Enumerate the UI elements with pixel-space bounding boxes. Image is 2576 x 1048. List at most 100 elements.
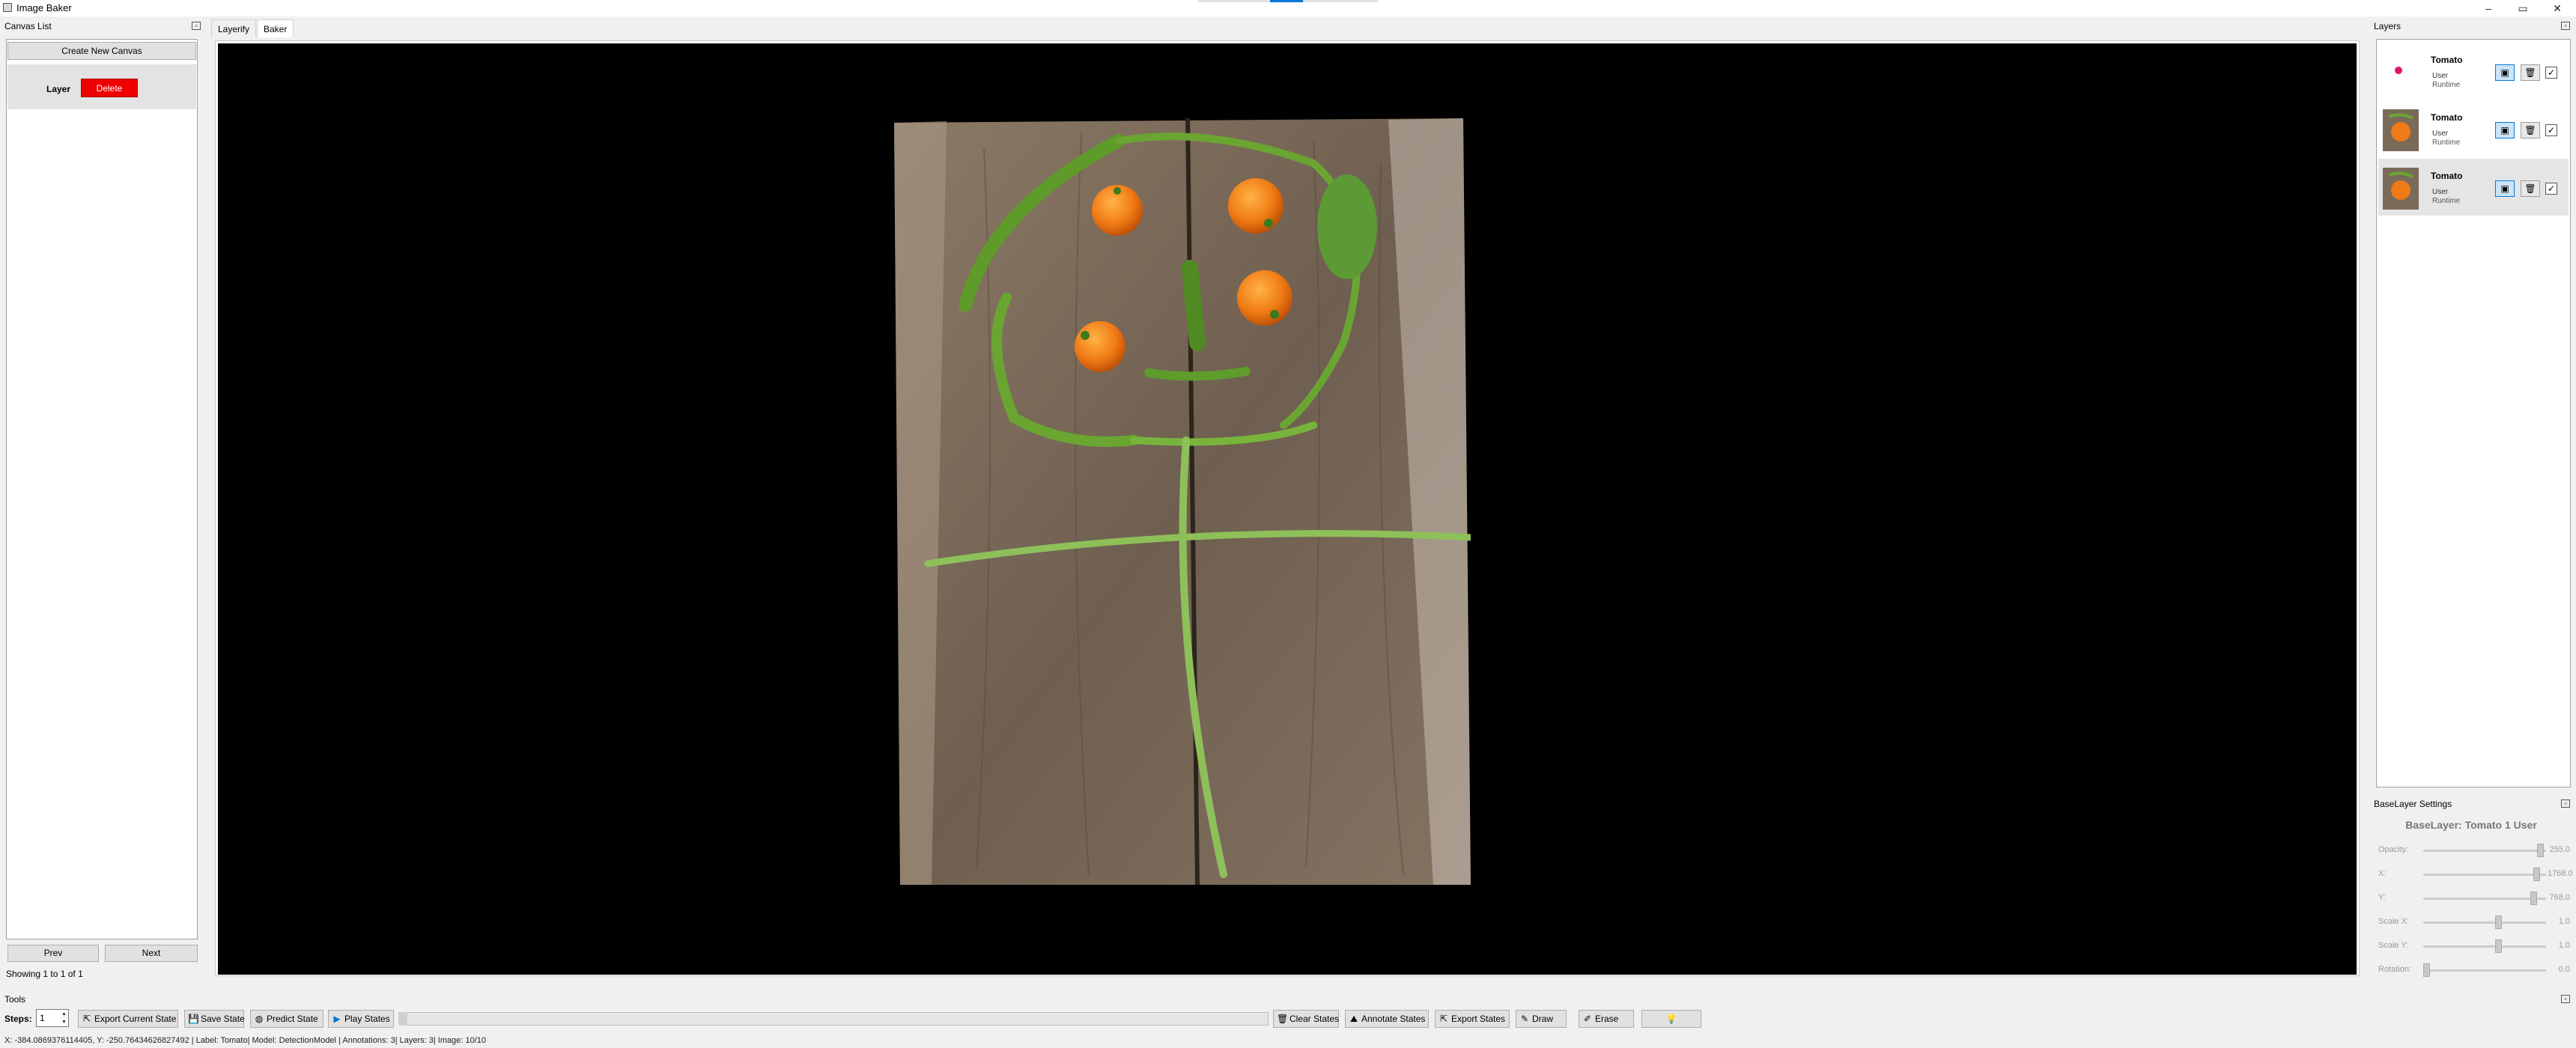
layer-thumbnail [2383, 168, 2419, 210]
close-button[interactable]: ✕ [2540, 0, 2575, 16]
layers-header: Layers [2369, 18, 2576, 34]
tools-title: Tools [4, 994, 26, 1005]
annotate-icon: ⛰ [1349, 1014, 1358, 1024]
slider-handle[interactable] [2530, 892, 2537, 905]
states-progress-fill [398, 1012, 407, 1026]
draw-label: Draw [1532, 1014, 1554, 1024]
layer-visibility-icon[interactable]: ▣ [2495, 122, 2515, 138]
layer-runtime: Runtime [2432, 138, 2461, 147]
slider-handle[interactable] [2495, 916, 2502, 929]
base-layer-settings-header: BaseLayer Settings [2369, 796, 2576, 812]
slider-label: Rotation: [2378, 965, 2412, 974]
slider-track[interactable] [2423, 969, 2546, 972]
delete-canvas-button[interactable]: Delete [81, 79, 138, 97]
canvas-list-header: Canvas List [0, 18, 207, 34]
layer-checkbox-icon[interactable]: ✓ [2545, 183, 2557, 195]
layer-thumbnail [2383, 109, 2419, 151]
predict-state-label: Predict State [267, 1014, 318, 1024]
export-current-label: Export Current State [94, 1014, 177, 1024]
slider-track[interactable] [2423, 874, 2546, 876]
pencil-icon: ✎ [1520, 1014, 1529, 1024]
layer-name: Tomato [2431, 55, 2463, 65]
canvas-list-panel [6, 39, 198, 939]
slider-track[interactable] [2423, 945, 2546, 948]
export-states-icon: ⇱ [1439, 1014, 1448, 1024]
layer-delete-icon[interactable]: 🗑 [2521, 122, 2540, 138]
tools-header: Tools [0, 991, 2576, 1008]
tools-float-icon[interactable]: ▫ [2561, 995, 2570, 1003]
slider-track[interactable] [2423, 921, 2546, 924]
annotate-states-button[interactable]: ⛰ Annotate States [1345, 1010, 1429, 1028]
slider-track[interactable] [2423, 850, 2546, 852]
slider-label: Y: [2378, 893, 2386, 902]
save-state-label: Save State [201, 1014, 245, 1024]
app-icon [3, 3, 12, 12]
title-bar: Image Baker – ▭ ✕ [0, 0, 2576, 16]
layer-checkbox-icon[interactable]: ✓ [2545, 67, 2557, 79]
slider-handle[interactable] [2533, 868, 2540, 881]
layer-delete-icon[interactable]: 🗑 [2521, 64, 2540, 81]
steps-arrows-icon[interactable]: ▲ ▼ [60, 1010, 68, 1026]
layers-title: Layers [2374, 21, 2402, 31]
canvas-photo[interactable] [894, 118, 1471, 885]
layer-name: Tomato [2431, 171, 2463, 181]
play-states-button[interactable]: ▶ Play States [328, 1010, 394, 1028]
prev-button[interactable]: Prev [7, 945, 99, 962]
window-title: Image Baker [16, 2, 72, 13]
base-layer-name: BaseLayer: Tomato 1 User [2405, 819, 2537, 831]
canvas-list-title: Canvas List [4, 21, 52, 31]
pagination-info: Showing 1 to 1 of 1 [6, 969, 83, 979]
layer-visibility-icon[interactable]: ▣ [2495, 64, 2515, 81]
export-states-label: Export States [1451, 1014, 1506, 1024]
layer-runtime: Runtime [2432, 197, 2461, 205]
slider-value: 768.0 [2549, 893, 2570, 902]
export-icon: ⇱ [82, 1014, 91, 1024]
layer-subtitle: User [2432, 188, 2449, 196]
slider-handle[interactable] [2537, 844, 2544, 857]
slider-value: 1.0 [2558, 917, 2570, 926]
layer-delete-icon[interactable]: 🗑 [2521, 180, 2540, 197]
next-button[interactable]: Next [105, 945, 198, 962]
tab-baker[interactable]: Baker [257, 19, 294, 37]
clear-states-button[interactable]: 🗑 Clear States [1273, 1010, 1339, 1028]
minimize-button[interactable]: – [2471, 0, 2506, 16]
slider-value: 255.0 [2549, 845, 2570, 854]
save-state-button[interactable]: 💾 Save State [184, 1010, 245, 1028]
erase-button[interactable]: ✐ Erase [1579, 1010, 1634, 1028]
base-layer-float-icon[interactable]: ▫ [2561, 799, 2570, 808]
trash-icon: 🗑 [1277, 1014, 1289, 1024]
status-bar: X: -384.0869376114405, Y: -250.764346268… [4, 1036, 486, 1045]
annotate-states-label: Annotate States [1361, 1014, 1426, 1024]
export-states-button[interactable]: ⇱ Export States [1435, 1010, 1510, 1028]
layers-float-icon[interactable]: ▫ [2561, 22, 2570, 30]
layer-checkbox-icon[interactable]: ✓ [2545, 124, 2557, 136]
slider-handle[interactable] [2423, 963, 2430, 977]
draw-button[interactable]: ✎ Draw [1516, 1010, 1567, 1028]
clear-states-label: Clear States [1289, 1014, 1340, 1024]
play-icon: ▶ [333, 1014, 341, 1024]
states-progress-bar[interactable] [398, 1012, 1269, 1026]
layer-thumbnail-dot [2395, 67, 2402, 74]
layer-subtitle: User [2432, 130, 2449, 138]
slider-label: Scale X: [2378, 917, 2409, 926]
slider-track[interactable] [2423, 898, 2546, 900]
create-canvas-button[interactable]: Create New Canvas [7, 42, 196, 60]
title-accent-highlight [1270, 0, 1303, 2]
predict-icon: ◍ [255, 1014, 264, 1024]
canvas-list-float-icon[interactable]: ▫ [192, 22, 201, 30]
layer-runtime: Runtime [2432, 81, 2461, 89]
play-states-label: Play States [344, 1014, 390, 1024]
slider-handle[interactable] [2495, 939, 2502, 953]
export-current-state-button[interactable]: ⇱ Export Current State [78, 1010, 178, 1028]
slider-label: Scale Y: [2378, 941, 2409, 950]
tab-layerify[interactable]: Layerify [211, 19, 257, 37]
hint-button[interactable]: 💡 [1641, 1010, 1701, 1028]
eraser-icon: ✐ [1583, 1014, 1592, 1024]
slider-value: 1768.0 [2548, 869, 2573, 878]
lightbulb-icon: 💡 [1665, 1014, 1677, 1024]
predict-state-button[interactable]: ◍ Predict State [250, 1010, 323, 1028]
layer-visibility-icon[interactable]: ▣ [2495, 180, 2515, 197]
layer-name: Tomato [2431, 112, 2463, 123]
maximize-button[interactable]: ▭ [2506, 0, 2540, 16]
canvas-item-label: Layer [46, 84, 71, 94]
